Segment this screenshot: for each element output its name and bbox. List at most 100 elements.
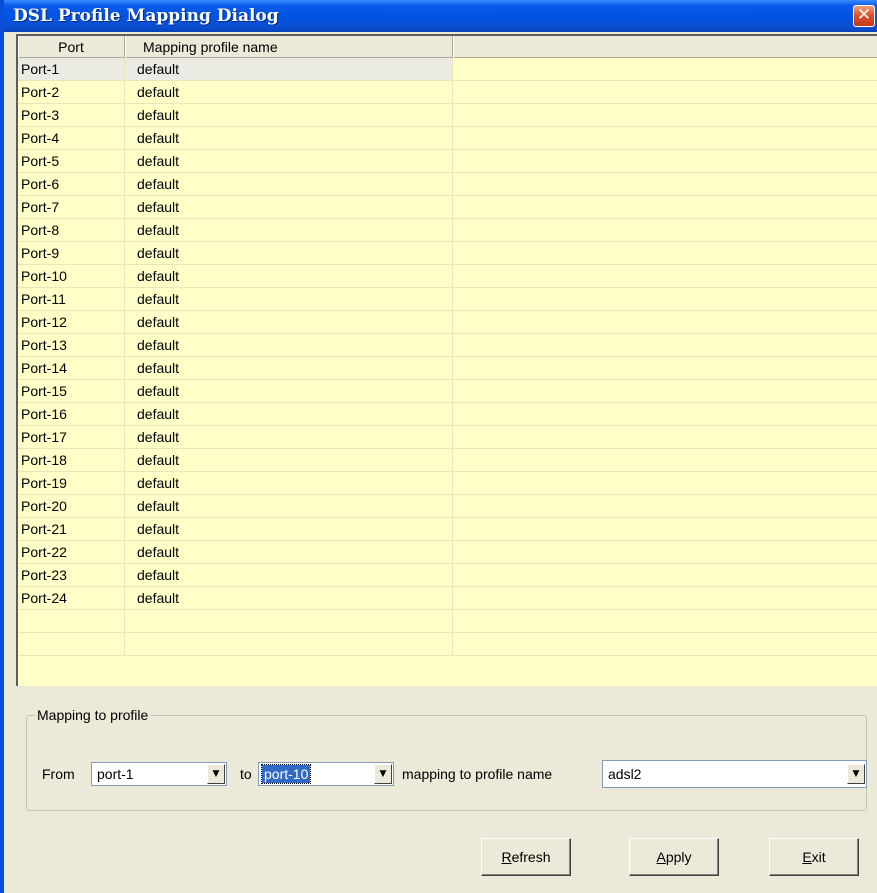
empty-cell xyxy=(453,311,877,333)
profile-name-cell: default xyxy=(125,150,453,172)
table-row[interactable]: Port-18 default xyxy=(18,449,877,472)
empty-cell xyxy=(453,173,877,195)
port-cell: Port-4 xyxy=(18,127,125,149)
empty-cell xyxy=(453,426,877,448)
from-port-value: port-1 xyxy=(97,766,134,782)
port-cell: Port-8 xyxy=(18,219,125,241)
table-row[interactable]: Port-24 default xyxy=(18,587,877,610)
table-row[interactable]: Port-5 default xyxy=(18,150,877,173)
empty-cell xyxy=(453,610,877,632)
table-row[interactable] xyxy=(18,633,877,656)
empty-cell xyxy=(453,150,877,172)
profile-name-cell: default xyxy=(125,127,453,149)
port-cell: Port-3 xyxy=(18,104,125,126)
port-cell: Port-11 xyxy=(18,288,125,310)
empty-cell xyxy=(453,58,877,80)
mapping-to-profile-group: Mapping to profile xyxy=(26,707,867,811)
profile-name-cell: default xyxy=(125,380,453,402)
table-row[interactable]: Port-20 default xyxy=(18,495,877,518)
table-row[interactable]: Port-15 default xyxy=(18,380,877,403)
to-port-select[interactable]: port-10 ▼ xyxy=(258,762,394,786)
table-row[interactable]: Port-14 default xyxy=(18,357,877,380)
profile-name-cell: default xyxy=(125,81,453,103)
exit-button[interactable]: Exit xyxy=(769,838,859,876)
empty-cell xyxy=(453,472,877,494)
profile-name-cell xyxy=(125,610,453,632)
close-icon: ✕ xyxy=(856,5,872,25)
port-cell: Port-14 xyxy=(18,357,125,379)
profile-name-cell: default xyxy=(125,58,453,80)
empty-cell xyxy=(453,357,877,379)
chevron-down-icon[interactable]: ▼ xyxy=(374,764,392,784)
table-row[interactable]: Port-7 default xyxy=(18,196,877,219)
port-cell: Port-22 xyxy=(18,541,125,563)
table-row[interactable]: Port-22 default xyxy=(18,541,877,564)
exit-label: xit xyxy=(811,849,826,865)
apply-button[interactable]: Apply xyxy=(629,838,719,876)
port-cell xyxy=(18,610,125,632)
table-row[interactable]: Port-23 default xyxy=(18,564,877,587)
empty-cell xyxy=(453,564,877,586)
profile-name-cell: default xyxy=(125,449,453,471)
profile-name-cell: default xyxy=(125,564,453,586)
table-row[interactable]: Port-10 default xyxy=(18,265,877,288)
table-row[interactable]: Port-2 default xyxy=(18,81,877,104)
from-label: From xyxy=(42,766,75,782)
empty-cell xyxy=(453,495,877,517)
port-profile-grid[interactable]: Port Mapping profile name Port-1 default P… xyxy=(16,34,877,686)
profile-name-cell: default xyxy=(125,173,453,195)
table-row[interactable]: Port-8 default xyxy=(18,219,877,242)
profile-name-cell: default xyxy=(125,472,453,494)
empty-cell xyxy=(453,196,877,218)
refresh-button[interactable]: Refresh xyxy=(481,838,571,876)
port-cell: Port-7 xyxy=(18,196,125,218)
port-cell: Port-24 xyxy=(18,587,125,609)
port-cell: Port-15 xyxy=(18,380,125,402)
empty-cell xyxy=(453,104,877,126)
empty-cell xyxy=(453,449,877,471)
table-row[interactable]: Port-21 default xyxy=(18,518,877,541)
empty-cell xyxy=(453,288,877,310)
chevron-down-icon[interactable]: ▼ xyxy=(207,764,225,784)
table-row[interactable]: Port-11 default xyxy=(18,288,877,311)
profile-name-select[interactable]: adsl2 ▼ xyxy=(602,760,867,788)
port-cell: Port-20 xyxy=(18,495,125,517)
empty-cell xyxy=(453,219,877,241)
port-cell xyxy=(18,633,125,655)
table-row[interactable]: Port-16 default xyxy=(18,403,877,426)
empty-cell xyxy=(453,541,877,563)
profile-name-cell: default xyxy=(125,495,453,517)
port-cell: Port-13 xyxy=(18,334,125,356)
close-button[interactable]: ✕ xyxy=(853,5,875,27)
table-row[interactable]: Port-12 default xyxy=(18,311,877,334)
column-header-empty xyxy=(453,36,877,58)
from-port-select[interactable]: port-1 ▼ xyxy=(91,762,227,786)
empty-cell xyxy=(453,633,877,655)
profile-name-cell: default xyxy=(125,357,453,379)
table-row[interactable]: Port-19 default xyxy=(18,472,877,495)
empty-cell xyxy=(453,334,877,356)
chevron-down-icon[interactable]: ▼ xyxy=(847,764,865,784)
profile-name-cell: default xyxy=(125,196,453,218)
table-row[interactable]: Port-13 default xyxy=(18,334,877,357)
table-row[interactable] xyxy=(18,610,877,633)
apply-label: pply xyxy=(665,849,692,865)
column-header-mapping-profile-name[interactable]: Mapping profile name xyxy=(125,36,453,58)
dsl-profile-mapping-dialog: DSL Profile Mapping Dialog ✕ Port Mappin… xyxy=(0,0,877,893)
column-header-port[interactable]: Port xyxy=(18,36,125,58)
empty-cell xyxy=(453,587,877,609)
port-cell: Port-16 xyxy=(18,403,125,425)
empty-cell xyxy=(453,242,877,264)
table-row[interactable]: Port-9 default xyxy=(18,242,877,265)
title-bar[interactable]: DSL Profile Mapping Dialog ✕ xyxy=(4,0,877,32)
table-row[interactable]: Port-17 default xyxy=(18,426,877,449)
profile-name-cell: default xyxy=(125,518,453,540)
empty-cell xyxy=(453,380,877,402)
table-row[interactable]: Port-3 default xyxy=(18,104,877,127)
table-row[interactable]: Port-4 default xyxy=(18,127,877,150)
grid-rows: Port-1 default Port-2 default Port-3 default P… xyxy=(18,58,877,656)
port-cell: Port-12 xyxy=(18,311,125,333)
table-row[interactable]: Port-6 default xyxy=(18,173,877,196)
port-cell: Port-9 xyxy=(18,242,125,264)
table-row[interactable]: Port-1 default xyxy=(18,58,877,81)
